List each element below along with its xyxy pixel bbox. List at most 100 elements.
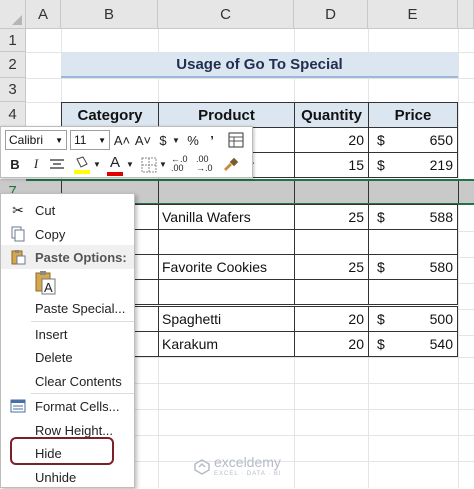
column-header-e[interactable]: E [368,0,458,29]
table-cell-product[interactable]: Favorite Cookies [158,254,295,280]
table-cell[interactable] [158,279,295,305]
table-cell-quantity[interactable]: 20 [294,306,369,332]
table-cell-price[interactable]: $540 [368,331,458,357]
table-cell-product[interactable]: Karakum [158,331,295,357]
menu-item-insert[interactable]: Insert [1,322,134,346]
fill-color-icon[interactable] [73,155,91,175]
column-header-d[interactable]: D [294,0,368,29]
price-value: 588 [429,209,453,225]
comma-style-button[interactable]: ’ [205,130,219,150]
currency-symbol: $ [377,132,385,148]
menu-item-copy[interactable]: Copy [1,222,134,246]
percent-style-button[interactable]: % [185,130,201,150]
row-header-1[interactable]: 1 [0,29,26,52]
bold-button[interactable]: B [7,154,23,174]
menu-item-label: Paste Special... [35,300,126,316]
currency-symbol: $ [377,157,385,173]
font-color-button[interactable]: A [106,154,124,176]
borders-icon[interactable] [141,157,157,173]
table-cell[interactable] [294,229,369,255]
column-header-f[interactable] [458,0,474,29]
table-cell-quantity[interactable]: 20 [294,127,369,153]
align-center-icon[interactable] [49,158,65,172]
table-cell-price[interactable]: $219 [368,152,458,178]
chevron-down-icon[interactable]: ▼ [158,154,168,174]
copy-icon [9,225,27,243]
chevron-down-icon: ▼ [55,135,63,145]
menu-item-label: Delete [35,349,73,365]
format-cells-icon [9,397,27,415]
chevron-down-icon: ▼ [98,135,106,145]
table-cell-product[interactable]: Spaghetti [158,306,295,332]
table-cell-quantity[interactable]: 15 [294,152,369,178]
format-painter-icon[interactable] [221,157,239,173]
hide-highlight [10,437,114,465]
font-name-dropdown[interactable]: Calibri ▼ [5,130,67,150]
menu-item-paste-special[interactable]: Paste Special... [1,296,134,320]
currency-format-button[interactable]: $ [156,130,170,150]
font-name-value: Calibri [9,133,44,147]
watermark: exceldemy EXCEL · DATA · BI [194,455,282,480]
currency-symbol: $ [377,311,385,327]
chevron-down-icon[interactable]: ▼ [171,130,181,150]
sheet-title[interactable]: Usage of Go To Special [61,52,458,78]
italic-button[interactable]: I [29,154,43,174]
menu-item-label: Copy [35,226,66,242]
font-size-dropdown[interactable]: 11 ▼ [70,130,110,150]
currency-symbol: $ [377,259,385,275]
menu-item-delete[interactable]: Delete [1,345,134,369]
table-cell-price[interactable]: $500 [368,306,458,332]
header-price[interactable]: Price [368,102,458,128]
table-cell-price[interactable]: $580 [368,254,458,280]
table-cell-quantity[interactable]: 25 [294,254,369,280]
currency-symbol: $ [377,209,385,225]
table-cell[interactable] [294,279,369,305]
menu-item-format-cells[interactable]: Format Cells... [1,394,134,418]
menu-item-unhide[interactable]: Unhide [1,465,134,489]
format-table-icon[interactable] [228,132,244,148]
column-header-a[interactable]: A [26,0,61,29]
decrease-decimal-button[interactable]: .00 →.0 [196,154,218,174]
chevron-down-icon[interactable]: ▼ [125,154,135,174]
chevron-down-icon[interactable]: ▼ [92,154,102,174]
table-cell-product[interactable]: Vanilla Wafers [158,204,295,230]
row-header-3[interactable]: 3 [0,78,26,102]
table-cell[interactable] [368,229,458,255]
menu-item-label: Cut [35,202,56,218]
price-value: 650 [429,132,453,148]
paste-keep-format-icon[interactable]: A [35,271,57,295]
exceldemy-logo-icon [194,458,210,478]
row-header-4[interactable]: 4 [0,102,26,128]
select-all-triangle-icon [12,15,22,25]
increase-font-size-button[interactable]: A˄ [113,130,131,150]
menu-item-label: Unhide [35,469,77,485]
header-product[interactable]: Product [158,102,295,128]
decrease-font-size-button[interactable]: A˅ [134,130,152,150]
price-value: 580 [429,259,453,275]
table-cell-price[interactable]: $650 [368,127,458,153]
font-color-swatch [107,172,123,176]
svg-text:A: A [44,280,53,295]
table-cell-price[interactable]: $588 [368,204,458,230]
menu-item-label: Format Cells... [35,398,120,414]
table-cell-quantity[interactable]: 20 [294,331,369,357]
row-header-2[interactable]: 2 [0,52,26,78]
increase-decimal-button[interactable]: ←.0 .00 [171,154,193,174]
table-cell[interactable] [368,279,458,305]
column-header-b[interactable]: B [61,0,158,29]
table-cell[interactable] [158,229,295,255]
header-category[interactable]: Category [61,102,159,128]
price-value: 219 [429,157,453,173]
menu-item-clear-contents[interactable]: Clear Contents [1,369,134,393]
currency-symbol: $ [377,336,385,352]
table-cell-quantity[interactable]: 25 [294,204,369,230]
font-size-value: 11 [74,133,87,147]
font-color-letter: A [110,154,121,171]
mini-toolbar: Calibri ▼ 11 ▼ A˄ A˅ $ ▼ % ’ B I ▼ A ▼ ▼ ←… [0,126,253,178]
header-quantity[interactable]: Quantity [294,102,369,128]
menu-item-label: Insert [35,326,68,342]
menu-item-cut[interactable]: ✂ Cut [1,198,134,222]
menu-item-label: Clear Contents [35,373,122,389]
clipboard-icon [9,248,27,266]
column-header-c[interactable]: C [158,0,294,29]
